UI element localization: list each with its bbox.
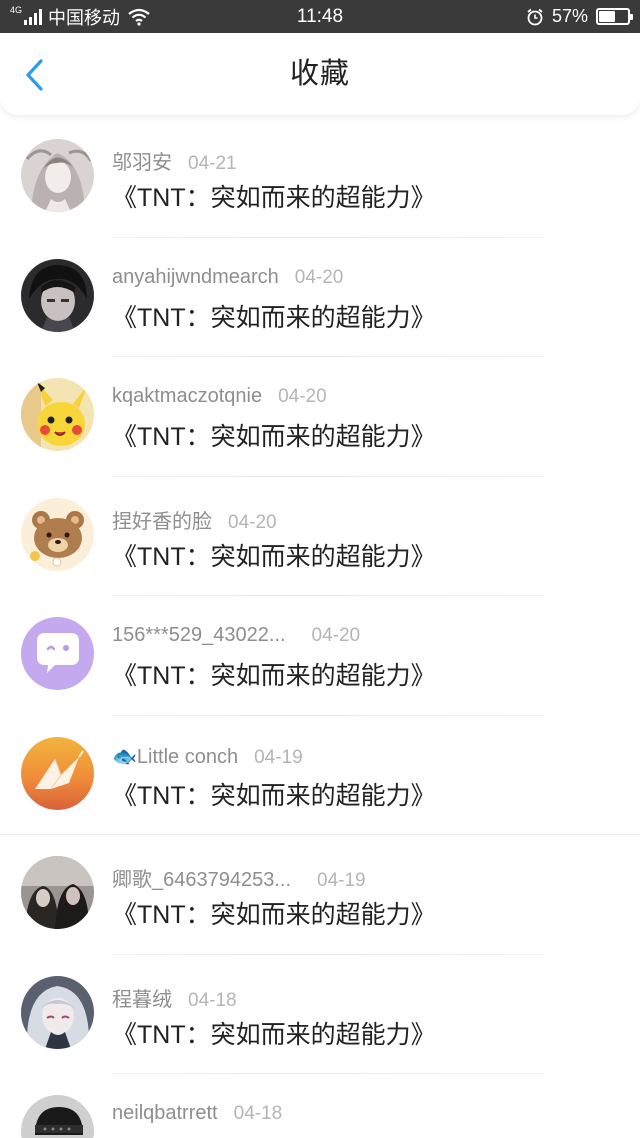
header: 收藏 <box>0 33 640 115</box>
item-meta: 156***529_43022... 04-20 <box>112 624 360 647</box>
list-item[interactable]: 🐟Little conch 04-19 《TNT：突如而来的超能力》 <box>0 716 640 835</box>
item-meta: 卿歌_6463794253... 04-19 <box>112 863 366 892</box>
avatar[interactable] <box>21 856 94 929</box>
item-date: 04-20 <box>294 266 344 288</box>
item-title: 《TNT：突如而来的超能力》 <box>112 662 436 690</box>
item-title: 《TNT：突如而来的超能力》 <box>112 542 436 571</box>
item-meta: anyahijwndmearch 04-20 <box>112 266 343 289</box>
username: 捏好香的脸 <box>112 510 212 533</box>
item-meta: 捏好香的脸 04-20 <box>112 505 277 534</box>
item-meta: kqaktmaczotqnie 04-20 <box>112 385 327 408</box>
item-meta: 邬羽安 04-21 <box>112 146 237 175</box>
alarm-icon <box>526 8 544 26</box>
item-meta: neilqbatrrett 04-18 <box>112 1102 282 1125</box>
list-item[interactable]: 156***529_43022... 04-20 《TNT：突如而来的超能力》 <box>0 596 640 716</box>
item-date: 04-20 <box>228 511 277 533</box>
status-right: 57% <box>526 0 633 33</box>
item-date: 04-21 <box>188 153 237 174</box>
avatar[interactable] <box>21 497 94 571</box>
item-title: 《TNT：突如而来的超能力》 <box>112 423 436 451</box>
username: neilqbatrrett <box>112 1102 218 1124</box>
avatar[interactable] <box>21 736 94 810</box>
item-date: 04-18 <box>188 989 237 1011</box>
list-item[interactable]: 程暮绒 04-18 《TNT：突如而来的超能力》 <box>0 955 640 1074</box>
username: 156***529_43022... <box>112 624 286 646</box>
item-date: 04-18 <box>233 1103 283 1124</box>
username: kqaktmaczotqnie <box>112 385 263 407</box>
battery-fill <box>599 11 615 22</box>
item-title: 《TNT：突如而来的超能力》 <box>112 781 436 810</box>
avatar[interactable] <box>21 617 94 690</box>
list-item[interactable]: kqaktmaczotqnie 04-20 《TNT：突如而来的超能力》 <box>0 357 640 477</box>
item-date: 04-19 <box>254 746 303 768</box>
item-date: 04-20 <box>311 625 361 646</box>
favorites-list: 邬羽安 04-21 《TNT：突如而来的超能力》 anyahijwndmearch… <box>0 118 640 1138</box>
list-item[interactable]: 捏好香的脸 04-20 《TNT：突如而来的超能力》 <box>0 477 640 596</box>
item-title: 《TNT：突如而来的超能力》 <box>112 184 436 212</box>
username: 卿歌_6463794253... <box>112 869 292 891</box>
item-date: 04-19 <box>317 870 366 891</box>
avatar[interactable] <box>21 1095 94 1138</box>
username: 邬羽安 <box>112 152 172 174</box>
avatar[interactable] <box>21 258 94 332</box>
item-meta: 程暮绒 04-18 <box>112 983 237 1012</box>
username: anyahijwndmearch <box>112 265 279 288</box>
list-item[interactable]: anyahijwndmearch 04-20 《TNT：突如而来的超能力》 <box>0 238 640 357</box>
avatar[interactable] <box>21 378 94 451</box>
list-item[interactable]: 卿歌_6463794253... 04-19 《TNT：突如而来的超能力》 <box>0 835 640 955</box>
username: 🐟Little conch <box>112 745 239 768</box>
avatar[interactable] <box>21 975 94 1049</box>
item-title: 《TNT：突如而来的超能力》 <box>112 303 436 332</box>
battery-icon <box>596 8 633 25</box>
status-bar: 4G 中国移动 11:48 57% <box>0 0 640 33</box>
username: 程暮绒 <box>112 988 172 1011</box>
list-item[interactable]: neilqbatrrett 04-18 <box>0 1074 640 1138</box>
list-item[interactable]: 邬羽安 04-21 《TNT：突如而来的超能力》 <box>0 118 640 238</box>
page-title: 收藏 <box>289 58 350 90</box>
item-meta: 🐟Little conch 04-19 <box>112 744 303 769</box>
item-title: 《TNT：突如而来的超能力》 <box>112 901 436 929</box>
battery-percent: 57% <box>551 6 588 26</box>
item-title: 《TNT：突如而来的超能力》 <box>112 1020 436 1049</box>
avatar[interactable] <box>21 139 94 212</box>
item-date: 04-20 <box>278 386 327 407</box>
